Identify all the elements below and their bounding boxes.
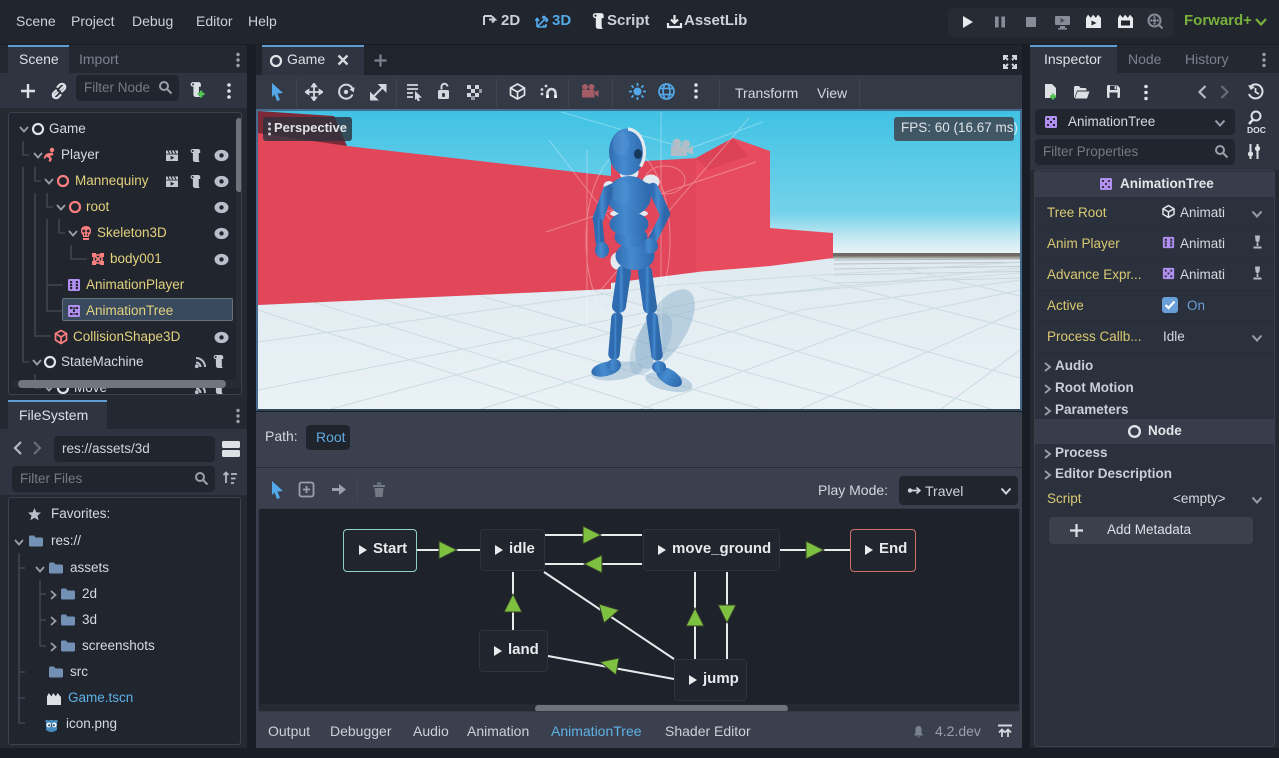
- svg-text:DOC: DOC: [1247, 125, 1266, 135]
